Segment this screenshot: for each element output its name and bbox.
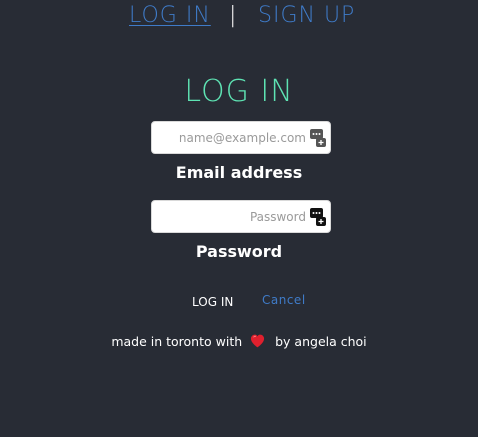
password-field-wrapper	[151, 200, 331, 233]
password-field[interactable]	[152, 201, 310, 232]
footer-text-after: by angela choi	[275, 334, 367, 349]
password-label: Password	[195, 242, 283, 261]
nav-separator: |	[229, 3, 237, 28]
autofill-key-icon[interactable]	[310, 208, 326, 226]
login-button[interactable]: LOG IN	[186, 292, 239, 312]
email-field-wrapper	[151, 121, 331, 154]
cancel-link[interactable]: Cancel	[262, 290, 306, 310]
form-actions: LOG IN Cancel	[0, 292, 478, 312]
login-page: LOG IN | SIGN UP LOG IN Email address Pa…	[0, 0, 478, 437]
nav-login-link[interactable]: LOG IN	[129, 2, 211, 30]
top-nav: LOG IN | SIGN UP	[0, 2, 478, 30]
email-label: Email address	[175, 163, 303, 182]
heart-icon	[251, 334, 265, 348]
nav-signup-link[interactable]: SIGN UP	[258, 2, 355, 30]
page-title: LOG IN	[184, 74, 294, 109]
footer-credit: made in toronto with by angela choi	[0, 333, 478, 351]
footer-text-before: made in toronto with	[111, 334, 243, 349]
email-field[interactable]	[152, 122, 310, 153]
autofill-key-icon[interactable]	[310, 129, 326, 147]
